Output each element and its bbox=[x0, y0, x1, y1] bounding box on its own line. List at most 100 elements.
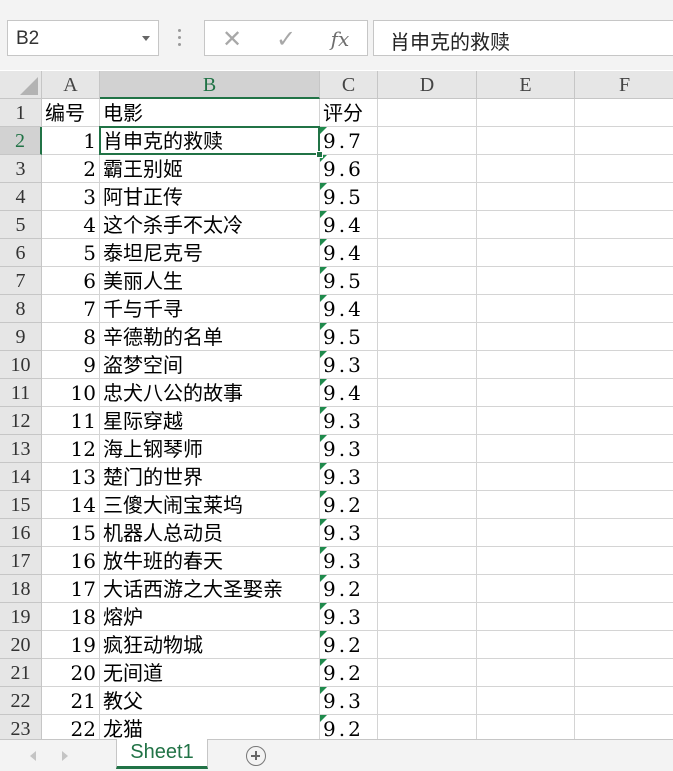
empty-cell[interactable] bbox=[378, 631, 477, 659]
empty-cell[interactable] bbox=[477, 603, 575, 631]
empty-cell[interactable] bbox=[378, 435, 477, 463]
cell-movie-title[interactable]: 楚门的世界 bbox=[100, 463, 320, 491]
cell-id[interactable]: 13 bbox=[42, 463, 100, 491]
empty-cell[interactable] bbox=[575, 435, 673, 463]
row-header-10[interactable]: 10 bbox=[0, 351, 42, 379]
empty-cell[interactable] bbox=[575, 631, 673, 659]
number-stored-as-text-indicator-icon[interactable] bbox=[320, 463, 327, 470]
number-stored-as-text-indicator-icon[interactable] bbox=[320, 267, 327, 274]
cell-id[interactable]: 4 bbox=[42, 211, 100, 239]
row-header-3[interactable]: 3 bbox=[0, 155, 42, 183]
cell-rating[interactable]: 9.3 bbox=[320, 603, 378, 631]
empty-cell[interactable] bbox=[575, 687, 673, 715]
empty-cell[interactable] bbox=[378, 715, 477, 739]
column-header-d[interactable]: D bbox=[378, 71, 477, 99]
empty-cell[interactable] bbox=[477, 323, 575, 351]
empty-cell[interactable] bbox=[378, 547, 477, 575]
select-all-button[interactable] bbox=[0, 71, 42, 99]
empty-cell[interactable] bbox=[575, 155, 673, 183]
cell-rating[interactable]: 9.3 bbox=[320, 687, 378, 715]
row-header-2[interactable]: 2 bbox=[0, 127, 42, 155]
cell-id[interactable]: 5 bbox=[42, 239, 100, 267]
formula-input[interactable]: 肖申克的救赎 bbox=[373, 20, 673, 56]
cell-movie-title[interactable]: 星际穿越 bbox=[100, 407, 320, 435]
empty-cell[interactable] bbox=[575, 127, 673, 155]
worksheet-grid[interactable]: A B C D E F 1 编号 电影 评分 2 1 肖申克的救赎 9.7 3 2 霸王别姬 9.6 4 3 阿甘正传 9… bbox=[0, 71, 673, 739]
empty-cell[interactable] bbox=[378, 603, 477, 631]
empty-cell[interactable] bbox=[575, 239, 673, 267]
header-cell-id[interactable]: 编号 bbox=[42, 99, 100, 127]
cell-movie-title[interactable]: 机器人总动员 bbox=[100, 519, 320, 547]
empty-cell[interactable] bbox=[378, 267, 477, 295]
cell-rating[interactable]: 9.5 bbox=[320, 323, 378, 351]
column-header-c[interactable]: C bbox=[320, 71, 378, 99]
cell-movie-title[interactable]: 放牛班的春天 bbox=[100, 547, 320, 575]
empty-cell[interactable] bbox=[378, 575, 477, 603]
row-header-4[interactable]: 4 bbox=[0, 183, 42, 211]
empty-cell[interactable] bbox=[378, 407, 477, 435]
cell-movie-title[interactable]: 霸王别姬 bbox=[100, 155, 320, 183]
row-header-19[interactable]: 19 bbox=[0, 603, 42, 631]
row-header-5[interactable]: 5 bbox=[0, 211, 42, 239]
number-stored-as-text-indicator-icon[interactable] bbox=[320, 519, 327, 526]
row-header-8[interactable]: 8 bbox=[0, 295, 42, 323]
empty-cell[interactable] bbox=[575, 323, 673, 351]
row-header-21[interactable]: 21 bbox=[0, 659, 42, 687]
empty-cell[interactable] bbox=[378, 463, 477, 491]
empty-cell[interactable] bbox=[575, 519, 673, 547]
empty-cell[interactable] bbox=[575, 603, 673, 631]
cell-movie-title[interactable]: 三傻大闹宝莱坞 bbox=[100, 491, 320, 519]
cell-rating[interactable]: 9.3 bbox=[320, 519, 378, 547]
row-header-17[interactable]: 17 bbox=[0, 547, 42, 575]
empty-cell[interactable] bbox=[575, 267, 673, 295]
empty-cell[interactable] bbox=[378, 379, 477, 407]
cell-rating[interactable]: 9.5 bbox=[320, 267, 378, 295]
number-stored-as-text-indicator-icon[interactable] bbox=[320, 379, 327, 386]
row-header-16[interactable]: 16 bbox=[0, 519, 42, 547]
cell-rating[interactable]: 9.2 bbox=[320, 491, 378, 519]
row-header-1[interactable]: 1 bbox=[0, 99, 42, 127]
cell-id[interactable]: 11 bbox=[42, 407, 100, 435]
cell-rating[interactable]: 9.3 bbox=[320, 435, 378, 463]
cell-id[interactable]: 6 bbox=[42, 267, 100, 295]
number-stored-as-text-indicator-icon[interactable] bbox=[320, 183, 327, 190]
empty-cell[interactable] bbox=[575, 407, 673, 435]
cell-rating[interactable]: 9.3 bbox=[320, 463, 378, 491]
number-stored-as-text-indicator-icon[interactable] bbox=[320, 127, 327, 134]
scroll-tabs-right-icon[interactable] bbox=[62, 751, 68, 761]
number-stored-as-text-indicator-icon[interactable] bbox=[320, 211, 327, 218]
empty-cell[interactable] bbox=[477, 407, 575, 435]
cell-movie-title[interactable]: 泰坦尼克号 bbox=[100, 239, 320, 267]
empty-cell[interactable] bbox=[477, 519, 575, 547]
cell-id[interactable]: 21 bbox=[42, 687, 100, 715]
empty-cell[interactable] bbox=[378, 351, 477, 379]
empty-cell[interactable] bbox=[378, 127, 477, 155]
cell-id[interactable]: 8 bbox=[42, 323, 100, 351]
cell-id[interactable]: 10 bbox=[42, 379, 100, 407]
empty-cell[interactable] bbox=[575, 715, 673, 739]
cell-movie-title[interactable]: 大话西游之大圣娶亲 bbox=[100, 575, 320, 603]
cell-rating[interactable]: 9.2 bbox=[320, 659, 378, 687]
empty-cell[interactable] bbox=[477, 491, 575, 519]
empty-cell[interactable] bbox=[378, 323, 477, 351]
cell-rating[interactable]: 9.3 bbox=[320, 351, 378, 379]
empty-cell[interactable] bbox=[477, 239, 575, 267]
column-header-e[interactable]: E bbox=[477, 71, 575, 99]
cell-id[interactable]: 7 bbox=[42, 295, 100, 323]
number-stored-as-text-indicator-icon[interactable] bbox=[320, 239, 327, 246]
cell-rating[interactable]: 9.4 bbox=[320, 211, 378, 239]
empty-cell[interactable] bbox=[477, 547, 575, 575]
cell-movie-title[interactable]: 辛德勒的名单 bbox=[100, 323, 320, 351]
number-stored-as-text-indicator-icon[interactable] bbox=[320, 547, 327, 554]
empty-cell[interactable] bbox=[575, 659, 673, 687]
empty-cell[interactable] bbox=[378, 155, 477, 183]
number-stored-as-text-indicator-icon[interactable] bbox=[320, 491, 327, 498]
empty-cell[interactable] bbox=[477, 183, 575, 211]
empty-cell[interactable] bbox=[477, 127, 575, 155]
empty-cell[interactable] bbox=[477, 631, 575, 659]
cell-id[interactable]: 9 bbox=[42, 351, 100, 379]
sheet-tab-sheet1[interactable]: Sheet1 bbox=[116, 739, 208, 769]
empty-cell[interactable] bbox=[575, 547, 673, 575]
number-stored-as-text-indicator-icon[interactable] bbox=[320, 351, 327, 358]
column-header-a[interactable]: A bbox=[42, 71, 100, 99]
